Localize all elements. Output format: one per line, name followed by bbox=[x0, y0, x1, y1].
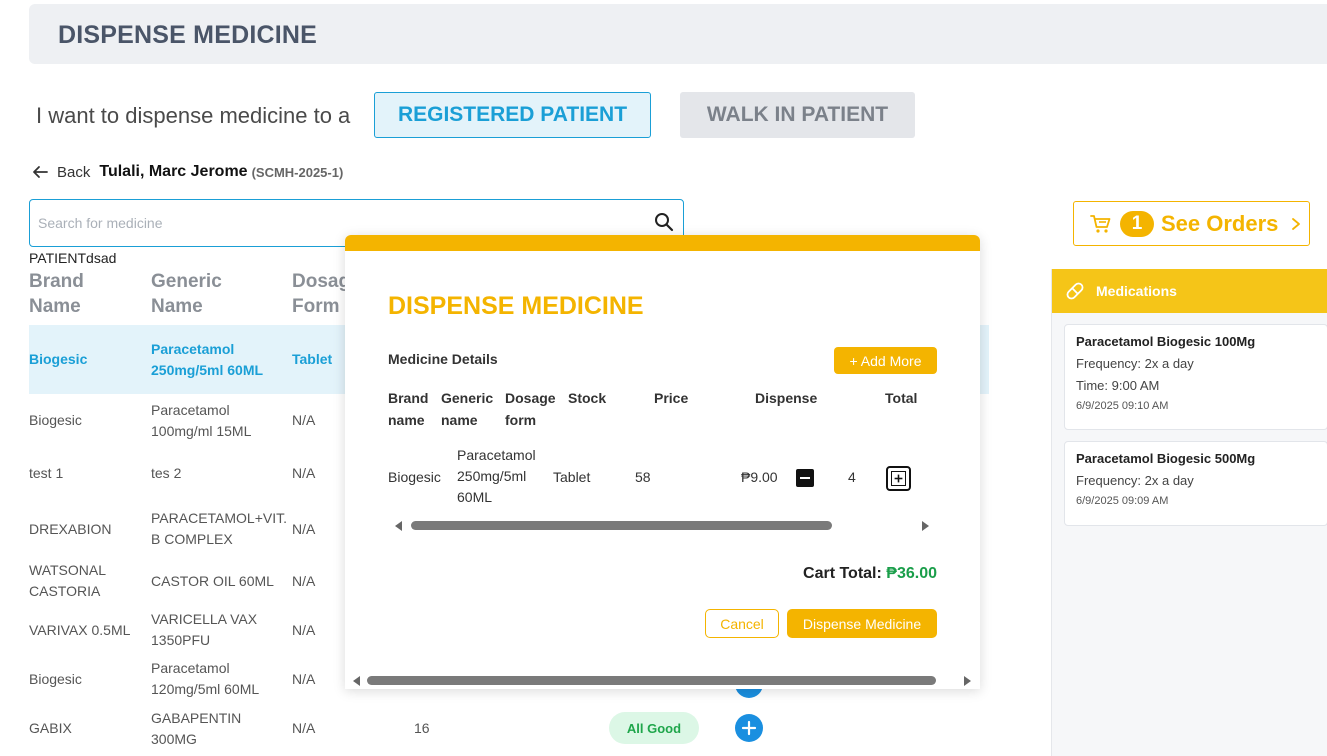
minus-icon[interactable] bbox=[796, 469, 814, 487]
cell-generic: Paracetamol 250mg/5ml 60ML bbox=[151, 340, 264, 378]
cell-brand: Biogesic bbox=[29, 351, 88, 367]
cell-dosage: N/A bbox=[292, 670, 316, 687]
modal-header-total: Total bbox=[885, 390, 918, 406]
medication-date: 6/9/2025 09:09 AM bbox=[1076, 495, 1169, 507]
column-header-brand: Brand Name bbox=[29, 271, 84, 317]
order-count-badge: 1 bbox=[1120, 210, 1154, 237]
cart-icon bbox=[1090, 214, 1111, 233]
cell-brand: GABIX bbox=[29, 720, 72, 736]
medicine-details-label: Medicine Details bbox=[388, 351, 498, 367]
modal-cell-generic: Paracetamol 250mg/5ml 60ML bbox=[457, 447, 536, 505]
cell-brand: DREXABION bbox=[29, 520, 112, 537]
cell-brand: VARIVAX 0.5ML bbox=[29, 621, 131, 638]
see-orders-button[interactable]: 1 See Orders bbox=[1073, 201, 1310, 246]
see-orders-label: See Orders bbox=[1161, 210, 1279, 236]
cell-generic: CASTOR OIL 60ML bbox=[151, 572, 274, 589]
page-header: DISPENSE MEDICINE bbox=[29, 4, 1327, 64]
page-title: DISPENSE MEDICINE bbox=[58, 21, 318, 49]
modal-cell-dosage: Tablet bbox=[553, 469, 591, 485]
cell-dosage: N/A bbox=[292, 621, 316, 638]
cart-total-label: Cart Total: bbox=[803, 565, 882, 582]
table-row[interactable]: GABIX GABAPENTIN 300MG N/A 16 All Good bbox=[29, 701, 989, 756]
cell-dosage: N/A bbox=[292, 720, 316, 736]
modal-scroll-right-arrow[interactable] bbox=[964, 676, 971, 686]
cell-generic: GABAPENTIN 300MG bbox=[151, 709, 242, 747]
back-arrow-icon[interactable] bbox=[31, 163, 49, 181]
modal-scrollbar[interactable] bbox=[367, 676, 936, 685]
registered-patient-button[interactable]: REGISTERED PATIENT bbox=[374, 92, 651, 138]
cell-dosage: N/A bbox=[292, 572, 316, 589]
search-icon[interactable] bbox=[654, 212, 674, 232]
cell-dosage: N/A bbox=[292, 520, 316, 537]
plus-icon[interactable] bbox=[886, 466, 911, 491]
modal-header-generic: Generic name bbox=[441, 390, 494, 428]
cell-generic: tes 2 bbox=[151, 464, 182, 481]
modal-header-dispense: Dispense bbox=[755, 390, 818, 406]
medication-time: Time: 9:00 AM bbox=[1076, 378, 1160, 393]
cell-generic: Paracetamol 120mg/5ml 60ML bbox=[151, 660, 260, 697]
cart-total: Cart Total: ₱36.00 bbox=[803, 565, 937, 583]
medication-name: Paracetamol Biogesic 500Mg bbox=[1076, 451, 1256, 466]
medication-date: 6/9/2025 09:10 AM bbox=[1076, 400, 1169, 412]
patient-breadcrumb: Back Tulali, Marc Jerome (SCMH-2025-1) bbox=[31, 160, 343, 184]
medications-header: Medications bbox=[1052, 269, 1327, 313]
patient-id: (SCMH-2025-1) bbox=[251, 164, 344, 180]
quantity-value[interactable]: 4 bbox=[848, 467, 856, 488]
cell-generic: Paracetamol 100mg/ml 15ML bbox=[151, 401, 252, 439]
cell-brand: test 1 bbox=[29, 464, 64, 481]
patient-name: Tulali, Marc Jerome bbox=[99, 163, 248, 180]
stray-text: PATIENTdsad bbox=[29, 250, 117, 266]
modal-cell-stock: 58 bbox=[635, 469, 651, 485]
scroll-left-arrow[interactable] bbox=[395, 521, 402, 531]
cell-dosage: Tablet bbox=[292, 351, 333, 367]
medications-panel: Medications Paracetamol Biogesic 100Mg F… bbox=[1051, 269, 1327, 756]
cell-brand: Biogesic bbox=[29, 670, 82, 687]
modal-title: DISPENSE MEDICINE bbox=[388, 292, 644, 320]
cell-brand: WATSONAL CASTORIA bbox=[29, 562, 106, 599]
modal-header-stock: Stock bbox=[568, 390, 607, 406]
cell-brand: Biogesic bbox=[29, 412, 82, 428]
medication-card[interactable]: Paracetamol Biogesic 100Mg Frequency: 2x… bbox=[1064, 324, 1327, 430]
medication-name: Paracetamol Biogesic 100Mg bbox=[1076, 334, 1256, 349]
modal-header-brand: Brand name bbox=[388, 390, 429, 428]
cart-total-amount: ₱36.00 bbox=[886, 565, 937, 582]
back-link[interactable]: Back bbox=[57, 164, 90, 181]
chevron-right-icon bbox=[1292, 217, 1301, 230]
medications-title: Medications bbox=[1096, 283, 1177, 299]
cell-dosage: N/A bbox=[292, 464, 316, 481]
plus-glyph bbox=[891, 471, 906, 486]
cancel-button[interactable]: Cancel bbox=[705, 609, 779, 638]
cell-dosage: N/A bbox=[292, 412, 316, 428]
modal-header-price: Price bbox=[654, 390, 689, 406]
scroll-right-arrow[interactable] bbox=[922, 521, 929, 531]
dispense-modal: DISPENSE MEDICINE Medicine Details + Add… bbox=[345, 235, 980, 689]
dispense-medicine-button[interactable]: Dispense Medicine bbox=[787, 609, 937, 638]
modal-header-dosage: Dosage form bbox=[505, 390, 556, 428]
column-header-generic: Generic Name bbox=[151, 271, 222, 317]
add-circle-icon[interactable] bbox=[735, 714, 763, 742]
walk-in-patient-button[interactable]: WALK IN PATIENT bbox=[680, 92, 915, 138]
modal-cell-brand: Biogesic bbox=[388, 469, 441, 485]
modal-top-bar bbox=[345, 235, 980, 251]
cell-generic: PARACETAMOL+VIT. B COMPLEX bbox=[151, 510, 288, 547]
modal-scroll-left-arrow[interactable] bbox=[353, 676, 360, 686]
medication-card[interactable]: Paracetamol Biogesic 500Mg Frequency: 2x… bbox=[1064, 441, 1327, 526]
pill-icon bbox=[1066, 282, 1084, 300]
search-input[interactable] bbox=[38, 212, 638, 234]
table-scrollbar[interactable] bbox=[411, 521, 832, 530]
status-badge: All Good bbox=[609, 712, 699, 744]
add-more-button[interactable]: + Add More bbox=[834, 347, 937, 374]
patient-type-prompt: I want to dispense medicine to a bbox=[36, 103, 351, 128]
modal-cell-price: ₱9.00 bbox=[741, 469, 778, 485]
medication-frequency: Frequency: 2x a day bbox=[1076, 473, 1194, 488]
cell-stock: 16 bbox=[414, 720, 430, 736]
medication-frequency: Frequency: 2x a day bbox=[1076, 356, 1194, 371]
cell-generic: VARICELLA VAX 1350PFU bbox=[151, 611, 258, 648]
